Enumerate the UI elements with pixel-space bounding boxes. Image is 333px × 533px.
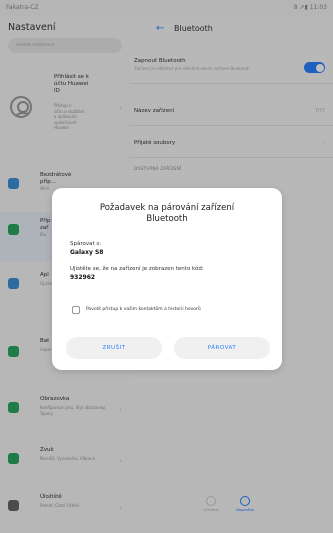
dialog-title: Požadavek na párování zařízení Bluetooth [99, 203, 235, 224]
pair-button[interactable]: PÁROVAT [174, 337, 270, 359]
contacts-access-checkbox[interactable] [72, 306, 80, 314]
contacts-access-label[interactable]: Povolit přístup k vašim kontaktům a hist… [86, 307, 201, 312]
cancel-button[interactable]: ZRUŠIT [66, 337, 162, 359]
pairing-code-message: Ujistěte se, že na zařízení je zobrazen … [70, 266, 204, 272]
device-name: Galaxy S8 [70, 249, 104, 256]
pairing-dialog: Požadavek na párování zařízení Bluetooth… [52, 188, 282, 370]
pair-with-label: Spárovat s: [70, 241, 102, 247]
pairing-code: 932962 [70, 274, 96, 281]
